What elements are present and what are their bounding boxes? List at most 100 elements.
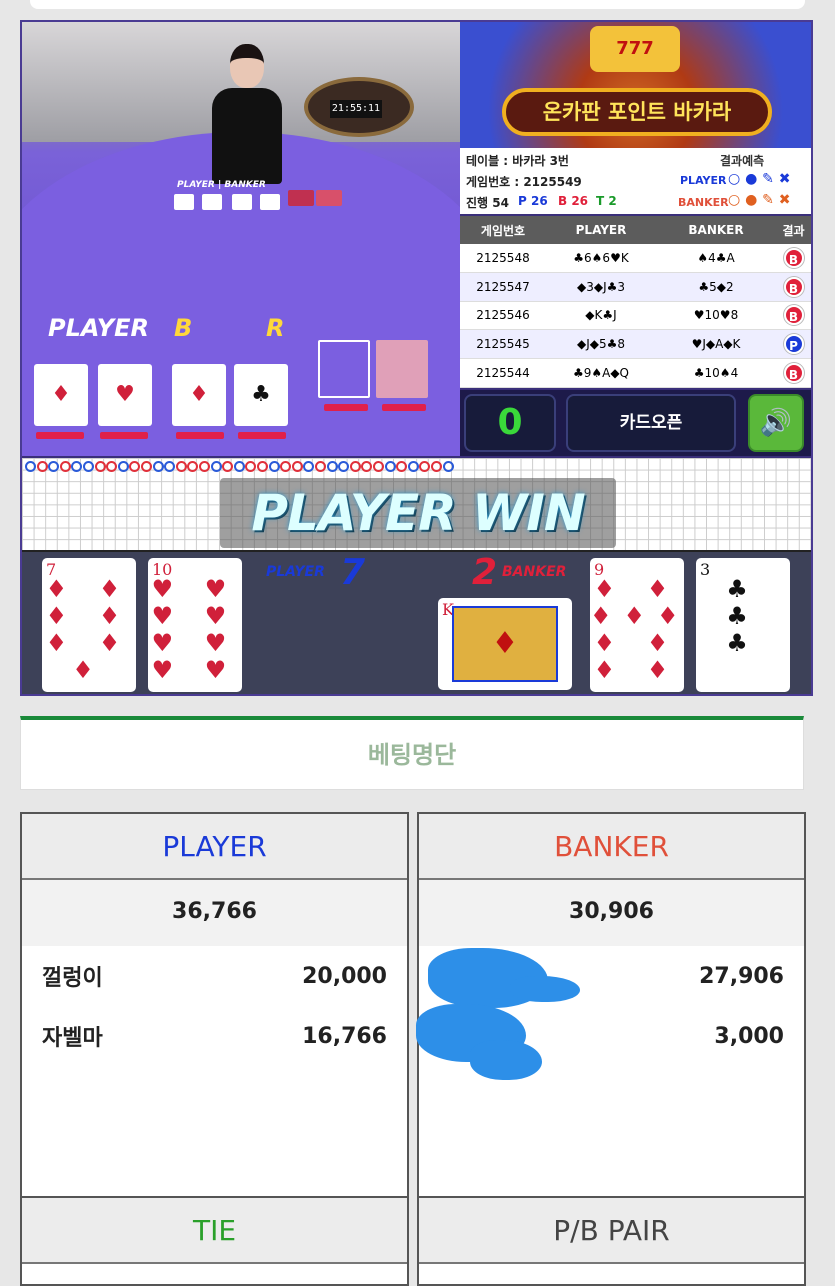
road-marker xyxy=(291,461,303,472)
road-marker xyxy=(59,461,71,472)
road-marker xyxy=(315,461,326,472)
felt-player-label: PLAYER xyxy=(48,314,149,342)
red-marker xyxy=(324,404,368,411)
banker-total: 30,906 xyxy=(419,880,804,946)
result-ball: B xyxy=(783,247,804,268)
felt-banker-label-end: R xyxy=(266,314,285,342)
road-marker xyxy=(129,461,141,472)
player-card-1: 7 ♦ ♦ ♦ ♦ ♦ ♦ ♦ xyxy=(42,558,136,692)
game-controls: 0 카드오픈 🔊 xyxy=(460,390,811,456)
result-ball: B xyxy=(783,305,804,326)
road-marker xyxy=(326,461,338,472)
road-marker xyxy=(71,461,83,472)
deal-player-score: 7 xyxy=(340,552,366,593)
road-marker xyxy=(303,461,315,472)
live-video: 21:55:11 PLAYER | BANKER PLAYER B R ♦ ♥ … xyxy=(22,22,460,456)
road-marker xyxy=(187,461,199,472)
road-marker xyxy=(83,461,94,472)
result-ball: B xyxy=(783,363,804,384)
side-panel: 777 온카판 포인트 바카라 테이블 : 바카라 3번 결과예측 게임번호 :… xyxy=(460,22,811,456)
player-total: 36,766 xyxy=(22,880,407,946)
red-marker xyxy=(100,432,148,439)
predict-banker-controls[interactable]: ○ ● ✎ ✖ xyxy=(728,192,791,208)
pair-panel-title: P/B PAIR xyxy=(419,1198,804,1264)
road-marker xyxy=(384,461,396,472)
road-marker xyxy=(349,461,361,472)
road-marker xyxy=(233,461,245,472)
road-marker xyxy=(94,461,106,472)
progress-count: 진행 54 xyxy=(466,196,509,210)
card-box xyxy=(316,190,342,206)
table-clock: 21:55:11 xyxy=(330,100,382,118)
felt-card: ♥ xyxy=(98,364,152,426)
banker-card-2: 9 ♦ ♦ ♦♦♦ ♦ ♦ ♦ ♦ xyxy=(590,558,684,692)
road-marker xyxy=(338,461,350,472)
dealer xyxy=(202,44,292,184)
road-marker xyxy=(141,461,152,472)
tie-count: T 2 xyxy=(596,194,617,208)
road-marker xyxy=(25,461,36,472)
road-marker xyxy=(431,461,442,472)
deal-banker-score: 2 xyxy=(472,552,498,593)
card-slot xyxy=(318,340,370,398)
road-marker xyxy=(117,461,129,472)
table-card xyxy=(260,194,280,210)
road-marker xyxy=(442,461,454,472)
result-ball: P xyxy=(783,334,804,355)
result-row: 2125545 ◆J◆5♣8 ♥J◆A◆K P xyxy=(460,330,811,360)
slot-machine-graphic: 777 xyxy=(590,26,680,72)
banner-title: 온카판 포인트 바카라 xyxy=(502,88,772,136)
road-marker xyxy=(222,461,234,472)
table-card xyxy=(174,194,194,210)
tie-panel-title: TIE xyxy=(22,1198,407,1264)
predict-player-controls[interactable]: ○ ● ✎ ✖ xyxy=(728,171,791,187)
bet-row: 자벨마 16,766 xyxy=(42,1023,387,1052)
result-ball: B xyxy=(783,276,804,297)
betting-list-title: 베팅명단 xyxy=(20,716,804,790)
deal-player-label: PLAYER xyxy=(266,564,325,580)
road-marker xyxy=(361,461,373,472)
banker-card-1: K ♦ xyxy=(438,598,572,690)
result-row: 2125547 ◆3◆J♣3 ♣5◆2 B xyxy=(460,272,811,302)
road-marker xyxy=(257,461,268,472)
road-marker xyxy=(396,461,408,472)
card-slot xyxy=(376,340,428,398)
dealt-cards-panel: 7 ♦ ♦ ♦ ♦ ♦ ♦ ♦ 10 ♥ ♥ ♥ ♥ ♥ ♥ ♥ ♥ PLAYER 7 2 … xyxy=(22,550,811,694)
red-marker xyxy=(36,432,84,439)
predict-banker-label: BANKER xyxy=(678,196,729,209)
road-marker xyxy=(373,461,384,472)
game-banner: 777 온카판 포인트 바카라 xyxy=(460,22,811,148)
card-open-button[interactable]: 카드오픈 xyxy=(566,394,736,452)
result-row: 2125548 ♣6♠6♥K ♠4♣A B xyxy=(460,244,811,273)
table-name: 테이블 : 바카라 3번 xyxy=(466,154,569,168)
player-win-banner: PLAYER WIN xyxy=(220,478,616,548)
speaker-icon[interactable]: 🔊 xyxy=(748,394,804,452)
card-box xyxy=(288,190,314,206)
result-row: 2125546 ◆K♣J ♥10♥8 B xyxy=(460,302,811,331)
road-marker xyxy=(152,461,164,472)
results-table: 게임번호 PLAYER BANKER 결과 2125548 ♣6♠6♥K ♠4♣… xyxy=(460,216,811,388)
road-marker xyxy=(407,461,419,472)
road-marker xyxy=(419,461,431,472)
player-card-2: 10 ♥ ♥ ♥ ♥ ♥ ♥ ♥ ♥ xyxy=(148,558,242,692)
road-marker xyxy=(280,461,292,472)
road-marker xyxy=(245,461,257,472)
felt-card: ♣ xyxy=(234,364,288,426)
countdown-timer: 0 xyxy=(464,394,556,452)
table-card xyxy=(232,194,252,210)
banker-card-3: 3 ♣ ♣ ♣ xyxy=(696,558,790,692)
road-marker xyxy=(268,461,280,472)
player-panel-title: PLAYER xyxy=(22,814,407,880)
felt-card: ♦ xyxy=(172,364,226,426)
road-marker xyxy=(199,461,210,472)
road-marker xyxy=(106,461,118,472)
redaction-mark xyxy=(510,976,580,1002)
banker-panel-title: BANKER xyxy=(419,814,804,880)
felt-banker-label: B xyxy=(174,314,193,342)
red-marker xyxy=(382,404,426,411)
red-marker xyxy=(238,432,286,439)
baccarat-game: 21:55:11 PLAYER | BANKER PLAYER B R ♦ ♥ … xyxy=(20,20,813,696)
pair-bets-panel: P/B PAIR xyxy=(417,1196,806,1286)
player-bets-panel: PLAYER 36,766 껄렁이 20,000 자벨마 16,766 xyxy=(20,812,409,1198)
bet-row: 껄렁이 20,000 xyxy=(42,963,387,992)
